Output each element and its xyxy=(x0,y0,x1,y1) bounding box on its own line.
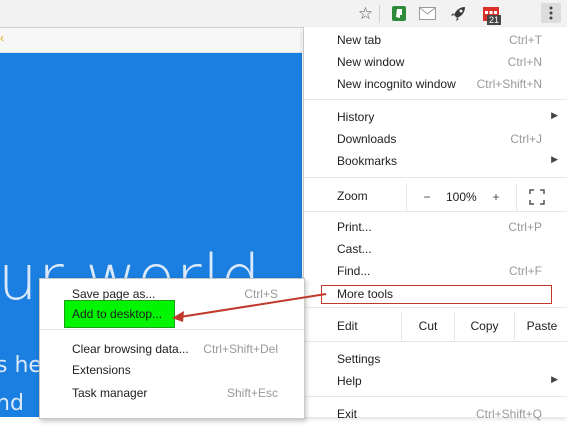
submenu-arrow-icon: ▶ xyxy=(551,374,558,384)
submenu-item-clear-data[interactable]: Clear browsing data... Ctrl+Shift+Del xyxy=(40,338,304,360)
menu-item-label: New incognito window xyxy=(337,77,456,91)
menu-item-shortcut: Ctrl+Shift+Del xyxy=(203,342,278,356)
submenu-arrow-icon: ▶ xyxy=(551,154,558,164)
zoom-row: Zoom − 100% + xyxy=(304,183,567,211)
bookmark-star-icon[interactable]: ☆ xyxy=(356,4,375,23)
menu-item-cast[interactable]: Cast... xyxy=(304,238,567,260)
extension-green-icon[interactable] xyxy=(389,4,408,23)
menu-item-label: Clear browsing data... xyxy=(72,342,189,356)
menu-item-downloads[interactable]: Downloads Ctrl+J xyxy=(304,128,567,150)
menu-item-help[interactable]: Help ▶ xyxy=(304,370,567,392)
zoom-label: Zoom xyxy=(337,189,368,203)
menu-item-label: Help xyxy=(337,374,362,388)
rocket-icon[interactable] xyxy=(448,4,467,23)
menu-item-shortcut: Ctrl+T xyxy=(509,33,542,47)
menu-divider xyxy=(304,396,567,397)
menu-item-bookmarks[interactable]: Bookmarks ▶ xyxy=(304,150,567,172)
menu-item-label: Find... xyxy=(337,264,371,278)
menu-item-shortcut: Ctrl+J xyxy=(510,132,542,146)
menu-item-new-tab[interactable]: New tab Ctrl+T xyxy=(304,29,567,51)
edit-label: Edit xyxy=(337,319,358,333)
edit-row: Edit Cut Copy Paste xyxy=(304,312,567,340)
menu-item-find[interactable]: Find... Ctrl+F xyxy=(304,260,567,282)
menu-item-label: History xyxy=(337,110,375,124)
hero-text: s he xyxy=(0,353,42,378)
cut-button[interactable]: Cut xyxy=(401,312,454,340)
submenu-item-add-to-desktop[interactable]: Add to desktop... xyxy=(64,300,175,328)
menu-item-history[interactable]: History ▶ xyxy=(304,106,567,128)
menu-item-exit[interactable]: Exit Ctrl+Shift+Q xyxy=(304,403,567,425)
menu-divider xyxy=(304,341,567,342)
menu-item-shortcut: Ctrl+Shift+Q xyxy=(475,407,542,421)
menu-item-label: Save page as... xyxy=(72,287,156,301)
menu-divider xyxy=(304,177,567,178)
paste-button[interactable]: Paste xyxy=(514,312,567,340)
page-top-strip: ‹ xyxy=(0,28,302,53)
more-tools-annotation-box xyxy=(321,285,552,304)
menu-divider xyxy=(304,99,567,100)
menu-item-print[interactable]: Print... Ctrl+P xyxy=(304,216,567,238)
menu-item-label: Bookmarks xyxy=(337,154,398,168)
mail-icon[interactable] xyxy=(418,4,437,23)
menu-item-shortcut: Ctrl+F xyxy=(509,264,542,278)
menu-item-new-window[interactable]: New window Ctrl+N xyxy=(304,51,567,73)
menu-item-label: Exit xyxy=(337,407,358,421)
menu-item-new-incognito[interactable]: New incognito window Ctrl+Shift+N xyxy=(304,73,567,95)
submenu-item-task-manager[interactable]: Task manager Shift+Esc xyxy=(40,382,304,404)
menu-item-label: Cast... xyxy=(337,242,372,256)
zoom-value: 100% xyxy=(446,190,477,204)
chevron-left-icon: ‹ xyxy=(0,31,4,45)
zoom-in-button[interactable]: + xyxy=(476,183,517,211)
menu-item-label: Extensions xyxy=(72,363,131,377)
toolbar-separator xyxy=(379,5,380,23)
menu-divider xyxy=(304,211,567,212)
menu-item-label: Print... xyxy=(337,220,372,234)
hero-text-2: nd xyxy=(0,391,24,416)
browser-toolbar: ☆ 21 xyxy=(0,0,567,28)
menu-item-label: Task manager xyxy=(72,386,148,400)
menu-item-shortcut: Ctrl+Shift+N xyxy=(476,77,542,91)
copy-button[interactable]: Copy xyxy=(454,312,514,340)
menu-item-settings[interactable]: Settings xyxy=(304,348,567,370)
calendar-badge: 21 xyxy=(487,15,502,25)
menu-divider xyxy=(304,307,567,308)
submenu-item-extensions[interactable]: Extensions xyxy=(40,359,304,381)
menu-item-label: New tab xyxy=(337,33,382,47)
menu-item-shortcut: Ctrl+P xyxy=(508,220,542,234)
menu-item-label: Downloads xyxy=(337,132,397,146)
chrome-menu-icon[interactable] xyxy=(541,3,561,23)
menu-item-shortcut: Shift+Esc xyxy=(226,386,278,400)
submenu-arrow-icon: ▶ xyxy=(551,110,558,120)
menu-item-label: Add to desktop... xyxy=(72,307,163,321)
menu-item-shortcut: Ctrl+S xyxy=(244,287,278,301)
zoom-out-button[interactable]: − xyxy=(406,183,447,211)
menu-divider xyxy=(40,329,304,330)
fullscreen-icon[interactable] xyxy=(529,189,545,205)
menu-item-shortcut: Ctrl+N xyxy=(507,55,542,69)
menu-item-label: New window xyxy=(337,55,405,69)
chrome-main-menu: New tab Ctrl+T New window Ctrl+N New inc… xyxy=(303,27,567,421)
menu-item-label: Settings xyxy=(337,352,381,366)
